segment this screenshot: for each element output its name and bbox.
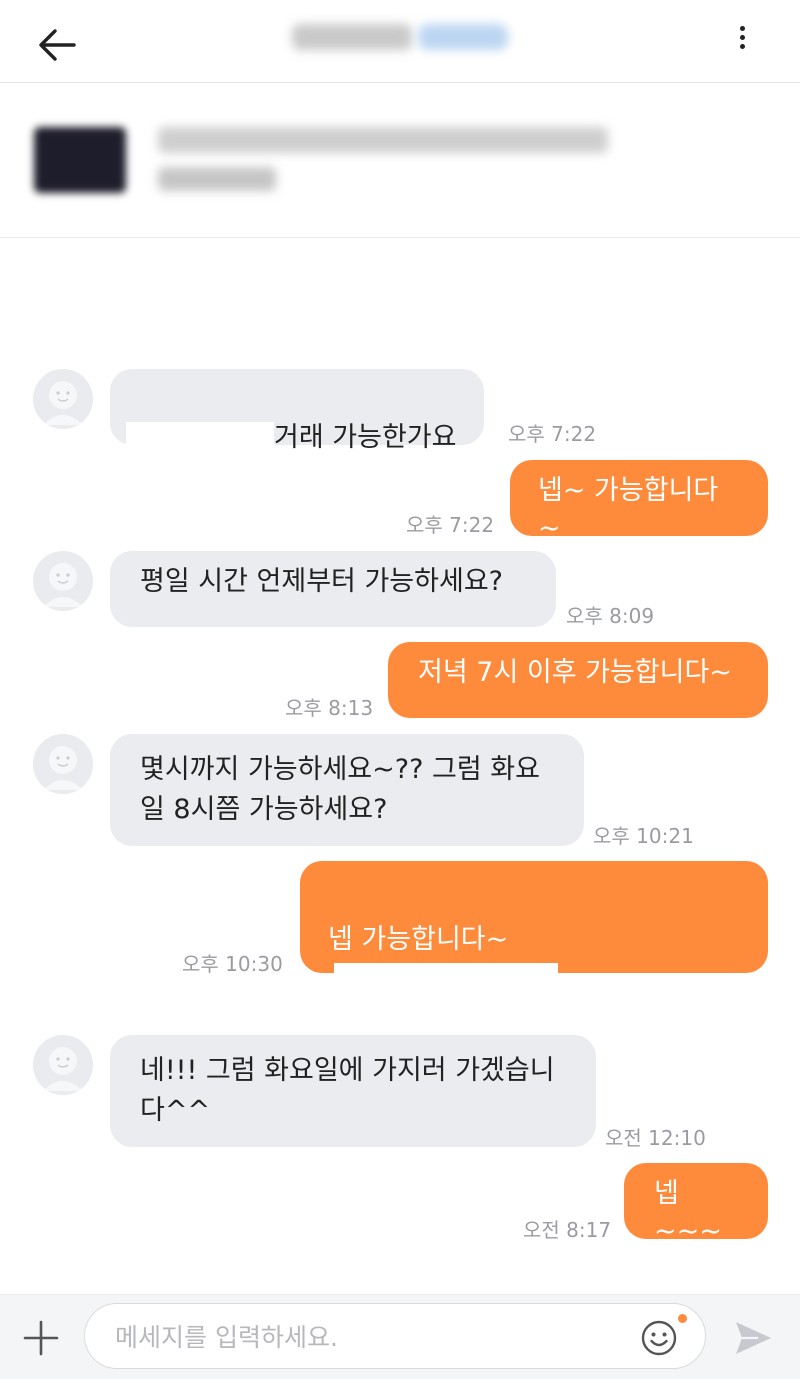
message-input-bar [0, 1294, 800, 1379]
message-time: 오전 8:17 [523, 1218, 612, 1242]
message-bubble-incoming[interactable]: 몇시까지 가능하세요~?? 그럼 화요 일 8시쯤 가능하세요? [110, 734, 584, 846]
product-thumbnail [34, 127, 126, 193]
arrow-left-icon [39, 29, 76, 61]
avatar[interactable] [33, 1035, 93, 1095]
partner-name-redacted [292, 24, 412, 50]
redacted-text [126, 421, 274, 456]
message-bubble-outgoing[interactable]: 넵~ 가능합니다~ [510, 460, 768, 544]
avatar[interactable] [33, 734, 93, 794]
message-time: 오후 10:30 [182, 952, 283, 976]
message-time: 오전 12:10 [605, 1126, 706, 1150]
product-price-redacted [158, 167, 276, 191]
message-time: 오후 10:21 [593, 824, 694, 848]
message-list[interactable]: 거래 가능한가요 오후 7:22 넵~ 가능합니다~ 오후 7:22 평일 시간… [0, 238, 800, 1294]
avatar[interactable] [33, 369, 93, 429]
product-info-bar[interactable] [0, 83, 800, 238]
default-avatar-icon [33, 734, 93, 794]
message-bubble-incoming[interactable]: 거래 가능한가요 [110, 369, 485, 456]
message-bubble-outgoing[interactable]: 저녁 7시 이후 가능합니다~ [388, 642, 768, 718]
message-time: 오후 8:09 [566, 604, 655, 628]
message-bubble-outgoing[interactable]: 넵~~~ [624, 1163, 768, 1247]
redacted-text [334, 962, 558, 1003]
attach-button[interactable] [22, 1319, 60, 1357]
avatar[interactable] [33, 551, 93, 611]
message-input[interactable] [113, 1316, 617, 1358]
message-time: 오후 8:13 [285, 696, 374, 720]
message-bubble-incoming[interactable]: 평일 시간 언제부터 가능하세요? [110, 551, 556, 627]
plus-icon [23, 1320, 59, 1356]
emoji-button[interactable] [641, 1320, 677, 1356]
default-avatar-icon [33, 369, 93, 429]
more-options-button[interactable] [732, 22, 752, 62]
partner-badge-redacted [418, 24, 508, 50]
chat-header [0, 0, 800, 83]
send-button[interactable] [732, 1317, 774, 1359]
notification-dot [678, 1314, 687, 1323]
smiley-icon [641, 1320, 677, 1356]
product-title-redacted [158, 127, 608, 153]
message-bubble-outgoing[interactable]: 넵 가능합니다~ 쪽에서 가능하신가요? [300, 861, 768, 1045]
send-icon [736, 1322, 771, 1354]
message-input-container[interactable] [84, 1303, 706, 1369]
message-time: 오후 7:22 [508, 422, 597, 446]
message-time: 오후 7:22 [406, 513, 495, 537]
more-vertical-icon [739, 26, 745, 31]
back-button[interactable] [36, 24, 80, 68]
default-avatar-icon [33, 1035, 93, 1095]
message-bubble-incoming[interactable]: 네!!! 그럼 화요일에 가지러 가겠습니 다^^ [110, 1035, 596, 1147]
default-avatar-icon [33, 551, 93, 611]
